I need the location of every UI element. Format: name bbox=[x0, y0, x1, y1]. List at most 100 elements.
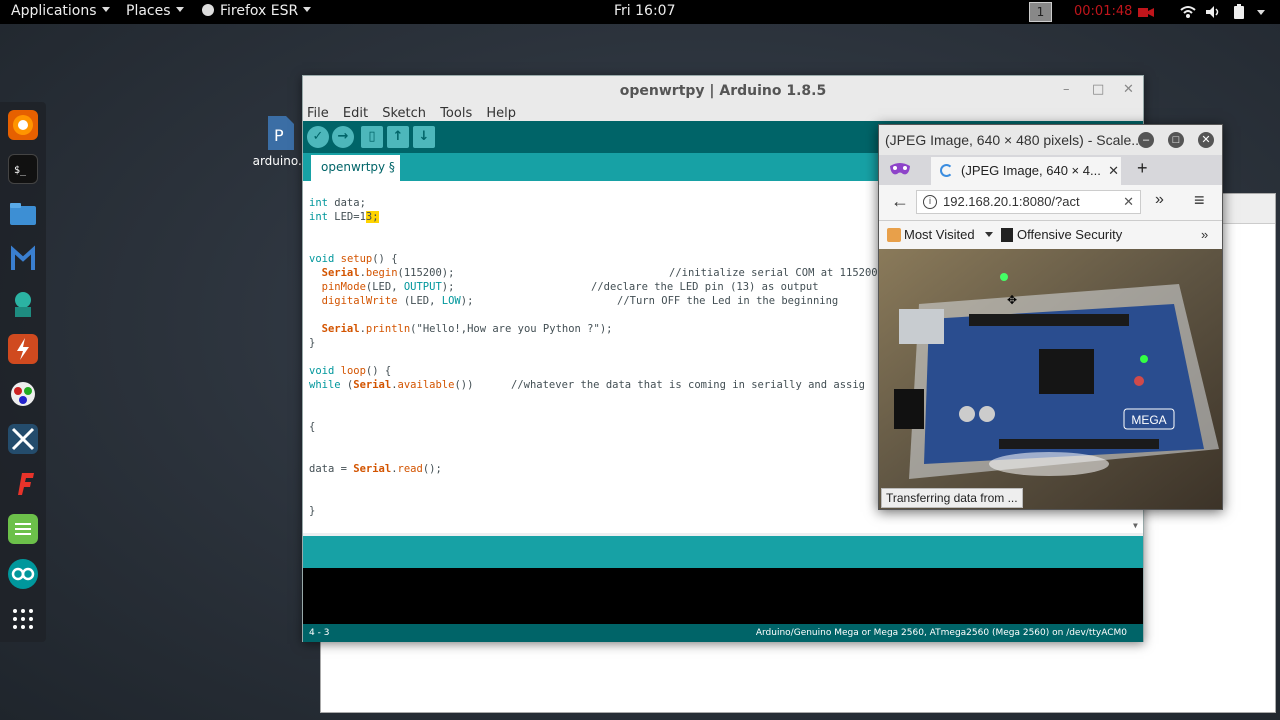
scroll-down-icon[interactable]: ▼ bbox=[1133, 521, 1138, 530]
burpsuite-icon[interactable] bbox=[8, 334, 38, 364]
url-bar[interactable]: i 192.168.20.1:8080/?act ✕ bbox=[916, 190, 1141, 214]
code-line-5: pinMode(LED, OUTPUT); bbox=[309, 281, 455, 293]
new-tab-icon[interactable]: + bbox=[1137, 158, 1148, 179]
beef-icon[interactable] bbox=[8, 379, 38, 409]
files-icon[interactable] bbox=[8, 199, 38, 229]
minimize-icon[interactable]: – bbox=[1063, 82, 1070, 97]
code-comment-4: //initialize serial COM at 115200 bbox=[669, 267, 878, 279]
svg-text:$_: $_ bbox=[14, 165, 27, 176]
menu-help[interactable]: Help bbox=[486, 106, 516, 121]
chevron-down-icon bbox=[303, 7, 312, 12]
menu-file[interactable]: File bbox=[307, 106, 329, 121]
recording-timer: 00:01:48 bbox=[1074, 4, 1133, 19]
url-text: 192.168.20.1:8080/?act bbox=[943, 194, 1080, 209]
firefox-app-menu[interactable]: Firefox ESR bbox=[202, 3, 312, 19]
arduino-icon[interactable] bbox=[8, 559, 38, 589]
browser-tab[interactable]: (JPEG Image, 640 × 4... ✕ bbox=[931, 157, 1121, 185]
code-line-8: } bbox=[309, 337, 316, 349]
python-file-icon: P bbox=[268, 116, 294, 150]
overflow-chevron-icon[interactable]: » bbox=[1155, 191, 1164, 209]
code-line-4: Serial.begin(115200); bbox=[309, 267, 455, 279]
maximize-icon[interactable]: □ bbox=[1168, 132, 1184, 148]
chevron-down-icon[interactable] bbox=[985, 232, 993, 237]
menu-sketch[interactable]: Sketch bbox=[382, 106, 426, 121]
code-line-2: int LED=13; bbox=[309, 211, 379, 223]
bookmarks-overflow-icon[interactable]: » bbox=[1201, 221, 1208, 249]
workspace-indicator[interactable]: 1 bbox=[1029, 2, 1052, 22]
code-line-7: Serial.println("Hello!,How are you Pytho… bbox=[309, 323, 613, 335]
tab-openwrtpy[interactable]: openwrtpy § bbox=[311, 155, 400, 181]
arduino-message-bar bbox=[303, 536, 1143, 568]
menu-edit[interactable]: Edit bbox=[343, 106, 368, 121]
dock: $_ bbox=[0, 102, 46, 642]
hamburger-menu-icon[interactable]: ≡ bbox=[1194, 190, 1205, 211]
open-sketch-icon[interactable]: ↑ bbox=[387, 126, 409, 148]
tab-title: (JPEG Image, 640 × 4... bbox=[961, 163, 1101, 178]
metasploit-icon[interactable] bbox=[8, 244, 38, 274]
chevron-down-icon bbox=[175, 7, 184, 12]
places-label: Places bbox=[126, 3, 171, 19]
close-icon[interactable]: ✕ bbox=[1123, 82, 1134, 97]
volume-icon[interactable] bbox=[1205, 5, 1221, 19]
firefox-app-label: Firefox ESR bbox=[220, 3, 299, 19]
menu-tools[interactable]: Tools bbox=[440, 106, 472, 121]
top-panel: Applications Places Firefox ESR Fri 16:0… bbox=[0, 0, 1280, 24]
minimize-icon[interactable]: – bbox=[1138, 132, 1154, 148]
new-sketch-icon[interactable]: ▯ bbox=[361, 126, 383, 148]
code-line-1: int data; bbox=[309, 197, 366, 209]
faraday-icon[interactable] bbox=[8, 469, 38, 499]
private-browsing-icon bbox=[890, 163, 910, 175]
text-editor-icon[interactable] bbox=[8, 514, 38, 544]
clear-url-icon[interactable]: ✕ bbox=[1123, 191, 1134, 213]
move-cursor-icon: ✥ bbox=[1007, 293, 1018, 307]
firefox-icon[interactable] bbox=[8, 110, 38, 140]
recorder-icon[interactable] bbox=[1137, 5, 1155, 19]
jpeg-image-view[interactable]: MEGA ✥ bbox=[879, 249, 1222, 509]
code-comment-5: //declare the LED pin (13) as output bbox=[591, 281, 819, 293]
verify-icon[interactable]: ✓ bbox=[307, 126, 329, 148]
wifi-icon[interactable] bbox=[1180, 5, 1196, 19]
maltego-icon[interactable] bbox=[8, 424, 38, 454]
code-line-12: data = Serial.read(); bbox=[309, 463, 442, 475]
bookmark-folder-icon bbox=[887, 228, 901, 242]
firefox-status: Transferring data from ... bbox=[881, 488, 1023, 508]
info-icon[interactable]: i bbox=[923, 195, 937, 209]
battery-icon[interactable] bbox=[1232, 4, 1246, 20]
code-line-3: void setup() { bbox=[309, 253, 398, 265]
arduino-menubar: File Edit Sketch Tools Help bbox=[303, 106, 1143, 122]
clock[interactable]: Fri 16:07 bbox=[614, 3, 675, 19]
back-icon[interactable]: ← bbox=[891, 191, 909, 212]
close-icon[interactable]: ✕ bbox=[1198, 132, 1214, 148]
applications-label: Applications bbox=[11, 3, 97, 19]
loading-spinner-icon bbox=[940, 164, 953, 177]
arduino-board-photo: MEGA bbox=[879, 249, 1222, 509]
tab-close-icon[interactable]: ✕ bbox=[1108, 157, 1119, 185]
code-line-9: void loop() { bbox=[309, 365, 392, 377]
chevron-down-icon bbox=[101, 7, 110, 12]
applications-menu[interactable]: Applications bbox=[11, 3, 110, 19]
bookmarks-toolbar: Most Visited Offensive Security » bbox=[879, 221, 1222, 249]
firefox-small-icon bbox=[202, 4, 214, 16]
save-sketch-icon[interactable]: ↓ bbox=[413, 126, 435, 148]
arduino-console[interactable] bbox=[303, 568, 1143, 624]
arduino-title[interactable]: openwrtpy | Arduino 1.8.5 bbox=[303, 76, 1143, 106]
code-comment-6: //Turn OFF the Led in the beginning bbox=[617, 295, 839, 307]
board-label: MEGA bbox=[1131, 413, 1166, 427]
upload-icon[interactable]: → bbox=[332, 126, 354, 148]
armitage-icon[interactable] bbox=[8, 289, 38, 319]
terminal-icon[interactable]: $_ bbox=[8, 154, 38, 184]
places-menu[interactable]: Places bbox=[126, 3, 184, 19]
maximize-icon[interactable]: □ bbox=[1092, 82, 1104, 97]
code-line-13: } bbox=[309, 505, 316, 517]
offsec-icon bbox=[1001, 228, 1013, 242]
cursor-position: 4 - 3 bbox=[309, 628, 330, 638]
arduino-footer: 4 - 3 Arduino/Genuino Mega or Mega 2560,… bbox=[303, 624, 1143, 642]
bookmark-most-visited[interactable]: Most Visited bbox=[904, 221, 975, 249]
firefox-navbar: ← i 192.168.20.1:8080/?act ✕ » ≡ bbox=[879, 185, 1222, 221]
firefox-tabbar: (JPEG Image, 640 × 4... ✕ + bbox=[879, 155, 1222, 185]
board-info: Arduino/Genuino Mega or Mega 2560, ATmeg… bbox=[755, 628, 1127, 638]
chevron-down-icon[interactable] bbox=[1257, 10, 1265, 15]
show-apps-icon[interactable] bbox=[8, 604, 38, 634]
bookmark-offensive-security[interactable]: Offensive Security bbox=[1017, 221, 1122, 249]
code-line-11: { bbox=[309, 421, 316, 433]
